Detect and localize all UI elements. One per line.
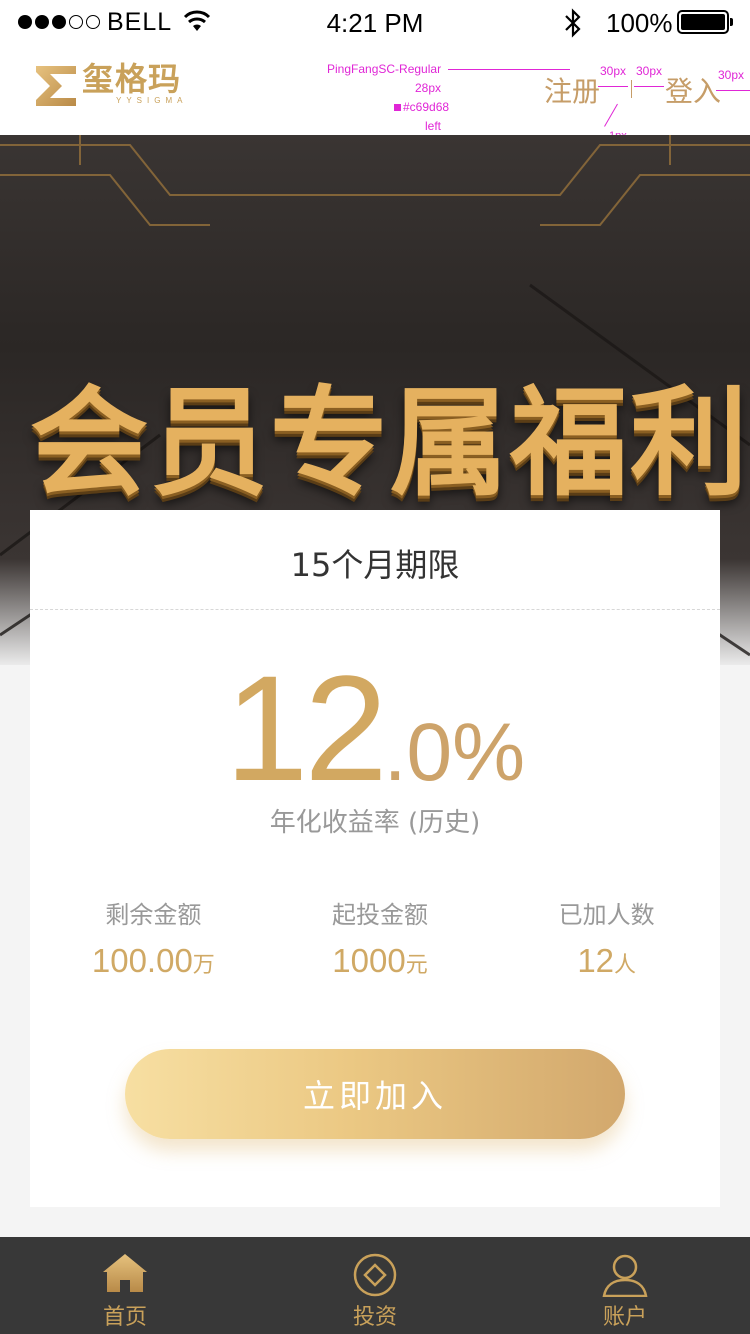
bluetooth-icon	[565, 8, 581, 38]
sigma-logo-icon	[36, 66, 76, 106]
stat-value: 1000元	[267, 942, 494, 985]
stat-min-investment: 起投金额 1000元	[267, 898, 494, 985]
banner-title: 会员专属福利	[30, 374, 750, 512]
stat-value: 12人	[493, 942, 720, 985]
tab-label: 投资	[352, 1305, 397, 1330]
stat-unit: 万	[192, 953, 215, 978]
stat-joined-count: 已加人数 12人	[493, 898, 720, 985]
tab-label: 账户	[602, 1305, 647, 1330]
stat-number: 1000	[332, 942, 406, 979]
annotation-leader-line	[448, 69, 570, 70]
annotation-gap-3-line	[716, 90, 750, 91]
login-link[interactable]: 登入	[665, 70, 721, 110]
tab-account[interactable]: 账户	[500, 1237, 750, 1334]
nav-divider	[631, 80, 632, 98]
annotation-font: PingFangSC-Regular	[327, 62, 442, 76]
annotation-color-value: #c69d68	[403, 100, 450, 114]
annotation-gap-3: 30px	[718, 68, 745, 82]
home-icon	[103, 1254, 147, 1292]
annotation-gap-1: 30px	[600, 64, 627, 78]
annotation-divider-line	[604, 103, 618, 127]
product-period: 15个月期限	[290, 546, 460, 584]
annotation-gap-2-line	[634, 86, 664, 87]
stat-number: 100.00	[91, 942, 193, 979]
stat-unit: 人	[614, 953, 637, 978]
invest-icon	[353, 1253, 397, 1297]
join-now-button[interactable]: 立即加入	[125, 1049, 625, 1139]
brand-logo[interactable]: 玺格玛 YYSIGMA	[34, 62, 187, 110]
stat-unit: 元	[405, 953, 428, 978]
status-bar: BELL 4:21 PM 100%	[0, 0, 750, 46]
rate-label: 年化收益率 (历史)	[269, 808, 481, 838]
dashed-divider	[30, 609, 720, 610]
stat-label: 已加人数	[558, 901, 655, 929]
logo-text-cn: 玺格玛	[82, 60, 182, 98]
account-icon	[602, 1254, 648, 1297]
rate-integer: 12	[224, 644, 388, 812]
tab-home[interactable]: 首页	[0, 1237, 250, 1334]
logo-text-en: YYSIGMA	[116, 96, 188, 105]
battery-percent: 100%	[606, 8, 673, 38]
annotation-color: #c69d68	[394, 100, 449, 114]
annual-rate: 12.0%	[30, 648, 720, 808]
stat-remaining-amount: 剩余金额 100.00万	[40, 898, 267, 985]
annotation-align: left	[425, 119, 442, 133]
register-link[interactable]: 注册	[544, 70, 600, 110]
stat-value: 100.00万	[40, 942, 267, 985]
bottom-tab-bar: 首页 投资 账户	[0, 1237, 750, 1334]
annotation-gap-2: 30px	[636, 64, 663, 78]
stat-label: 起投金额	[332, 901, 428, 929]
annotation-gap-1-line	[598, 86, 628, 87]
stat-number: 12	[577, 942, 615, 979]
tab-invest[interactable]: 投资	[250, 1237, 500, 1334]
battery-icon	[677, 10, 733, 34]
top-nav: 玺格玛 YYSIGMA 注册 登入 PingFangSC-Regular 28p…	[0, 46, 750, 142]
rate-decimal: .0%	[383, 707, 526, 798]
stat-label: 剩余金额	[105, 901, 202, 929]
tab-label: 首页	[102, 1305, 147, 1330]
annotation-size: 28px	[415, 81, 442, 95]
product-stats: 剩余金额 100.00万 起投金额 1000元 已加人数 12人	[30, 898, 720, 985]
product-card: 15个月期限 12.0% 年化收益率 (历史) 剩余金额 100.00万 起投金…	[30, 510, 720, 1207]
